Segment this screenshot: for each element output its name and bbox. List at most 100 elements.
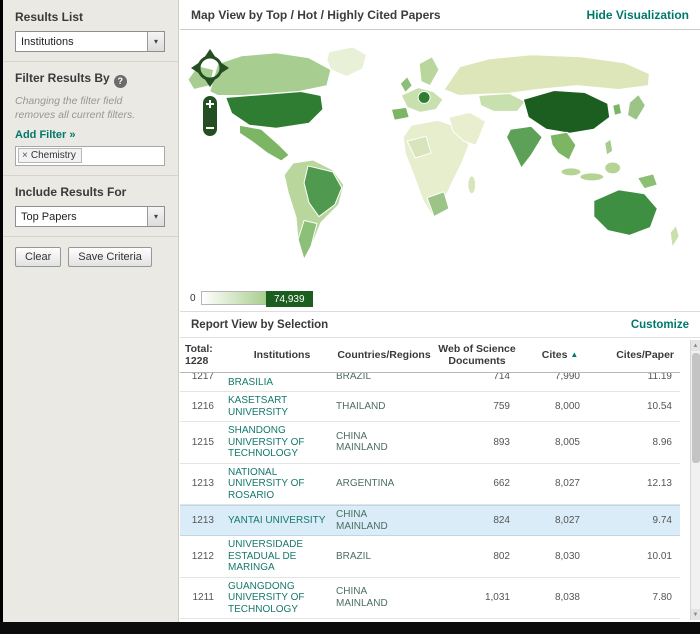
chevron-down-icon: ▾ (147, 207, 164, 226)
chevron-down-icon: ▾ (147, 32, 164, 51)
clear-button[interactable]: Clear (15, 247, 61, 267)
include-results-select[interactable]: Top Papers ▾ (15, 206, 165, 227)
map-region-china[interactable] (523, 91, 609, 134)
cites-header-label: Cites (542, 349, 568, 361)
filter-results-title: Filter Results By? (15, 71, 166, 88)
country-cell: THAILAND (336, 401, 432, 413)
customize-link[interactable]: Customize (631, 319, 689, 331)
map-region-spain[interactable] (391, 107, 409, 120)
filter-chip-chemistry[interactable]: × Chemistry (18, 148, 82, 163)
cites-cell: 8,027 (522, 478, 598, 490)
sort-ascending-icon[interactable]: ▲ (570, 350, 578, 359)
close-icon[interactable]: × (22, 150, 28, 161)
legend-min-value: 0 (190, 293, 196, 304)
map-region-australia[interactable] (594, 190, 658, 236)
pan-up-arrow-icon[interactable] (204, 49, 216, 58)
map-region-greenland[interactable] (327, 47, 367, 77)
map-region-borneo[interactable] (605, 162, 621, 174)
legend-max-value: 74,939 (266, 291, 313, 307)
map-region-madagascar[interactable] (468, 176, 476, 194)
docs-cell: 714 (432, 373, 522, 382)
help-icon[interactable]: ? (114, 75, 127, 88)
country-cell: CHINA MAINLAND (336, 509, 432, 532)
sidebar: Results List Institutions ▾ Filter Resul… (3, 0, 179, 622)
report-view-header: Report View by Selection Customize (180, 312, 700, 338)
map-region-sumatra[interactable] (561, 168, 581, 176)
map-region-japan[interactable] (628, 94, 646, 120)
map-region-indochina[interactable] (550, 132, 576, 160)
map-region-new-zealand[interactable] (670, 225, 679, 247)
map-region-philippines[interactable] (605, 139, 613, 155)
map-navigation-controls[interactable] (190, 46, 230, 142)
world-choropleth-map[interactable] (182, 32, 698, 284)
total-count-header: Total: 1228 (180, 343, 228, 367)
table-row[interactable]: 1217 UNIVERSIDADE DE BRASILIA BRAZIL 714… (180, 373, 680, 392)
documents-column-header[interactable]: Web of Science Documents (432, 343, 522, 367)
country-cell: CHINA MAINLAND (336, 586, 432, 609)
country-cell: BRAZIL (336, 373, 432, 382)
map-region-united-kingdom[interactable] (400, 77, 412, 93)
map-region-central-asia[interactable] (479, 94, 526, 112)
map-region-korea[interactable] (613, 103, 622, 115)
institution-link[interactable]: KASETSART UNIVERSITY (228, 395, 336, 418)
pan-right-arrow-icon[interactable] (220, 62, 229, 74)
map-region-usa[interactable] (226, 92, 323, 129)
pan-down-arrow-icon[interactable] (204, 78, 216, 87)
table-row[interactable]: 1211 GUANGDONG UNIVERSITY OF TECHNOLOGY … (180, 578, 680, 620)
table-row[interactable]: 1212 UNIVERSIDADE ESTADUAL DE MARINGA BR… (180, 536, 680, 578)
rank-cell: 1213 (180, 515, 228, 527)
institution-link[interactable]: YANTAI UNIVERSITY (228, 515, 336, 527)
map-region-india[interactable] (506, 126, 542, 168)
table-scrollbar[interactable]: ▲ ▼ (690, 340, 700, 620)
rank-cell: 1216 (180, 401, 228, 413)
map-region-java[interactable] (580, 173, 604, 181)
add-filter-link[interactable]: Add Filter » (15, 129, 76, 141)
countries-column-header[interactable]: Countries/Regions (336, 349, 432, 361)
cites-per-paper-cell: 9.74 (598, 515, 680, 527)
total-value: 1228 (185, 355, 208, 367)
scrollbar-thumb[interactable] (692, 353, 700, 463)
hide-visualization-link[interactable]: Hide Visualization (587, 8, 689, 22)
institutions-column-header[interactable]: Institutions (228, 349, 336, 361)
include-results-selected-value: Top Papers (16, 211, 77, 223)
cites-per-paper-column-header[interactable]: Cites/Paper (598, 349, 680, 361)
cites-cell: 8,000 (522, 401, 598, 413)
scroll-up-icon[interactable]: ▲ (691, 340, 700, 351)
cites-cell: 8,027 (522, 515, 598, 527)
map-region-scandinavia[interactable] (419, 57, 439, 86)
table-row-selected[interactable]: 1213 YANTAI UNIVERSITY CHINA MAINLAND 82… (180, 505, 680, 536)
filter-note-line1: Changing the filter field (15, 95, 122, 107)
save-criteria-button[interactable]: Save Criteria (68, 247, 152, 267)
cites-per-paper-cell: 11.19 (598, 373, 680, 382)
institution-link[interactable]: NATIONAL UNIVERSITY OF ROSARIO (228, 467, 336, 502)
table-row[interactable]: 1215 SHANDONG UNIVERSITY OF TECHNOLOGY C… (180, 422, 680, 464)
main-panel: Map View by Top / Hot / Highly Cited Pap… (180, 0, 700, 622)
legend-gradient-bar: 74,939 (201, 291, 313, 305)
rank-cell: 1212 (180, 551, 228, 563)
documents-header-line1: Web of Science (438, 343, 515, 355)
institution-link[interactable]: UNIVERSIDADE ESTADUAL DE MARINGA (228, 539, 336, 574)
scroll-down-icon[interactable]: ▼ (691, 609, 700, 620)
filter-chip-label: Chemistry (31, 150, 76, 161)
cites-per-paper-cell: 10.01 (598, 551, 680, 563)
table-row[interactable]: 1216 KASETSART UNIVERSITY THAILAND 759 8… (180, 392, 680, 422)
results-list-select[interactable]: Institutions ▾ (15, 31, 165, 52)
map-region-new-guinea[interactable] (637, 174, 657, 189)
page: Results List Institutions ▾ Filter Resul… (0, 0, 700, 634)
map-region-mexico[interactable] (240, 125, 290, 161)
bottom-edge-bar (0, 622, 700, 634)
institution-link[interactable]: UNIVERSIDADE DE BRASILIA (228, 373, 336, 388)
cites-column-header[interactable]: Cites ▲ (522, 349, 598, 361)
map-region-russia[interactable] (444, 55, 649, 96)
pan-compass-control[interactable] (191, 49, 229, 87)
institution-link[interactable]: GUANGDONG UNIVERSITY OF TECHNOLOGY (228, 581, 336, 616)
total-label: Total: (185, 343, 213, 355)
zoom-control[interactable] (203, 96, 217, 136)
docs-cell: 824 (432, 515, 522, 527)
pan-left-arrow-icon[interactable] (191, 62, 200, 74)
table-row[interactable]: 1213 NATIONAL UNIVERSITY OF ROSARIO ARGE… (180, 464, 680, 506)
rank-cell: 1217 (180, 373, 228, 382)
institution-link[interactable]: SHANDONG UNIVERSITY OF TECHNOLOGY (228, 425, 336, 460)
country-cell: CHINA MAINLAND (336, 431, 432, 454)
map-region-germany[interactable] (418, 92, 430, 104)
